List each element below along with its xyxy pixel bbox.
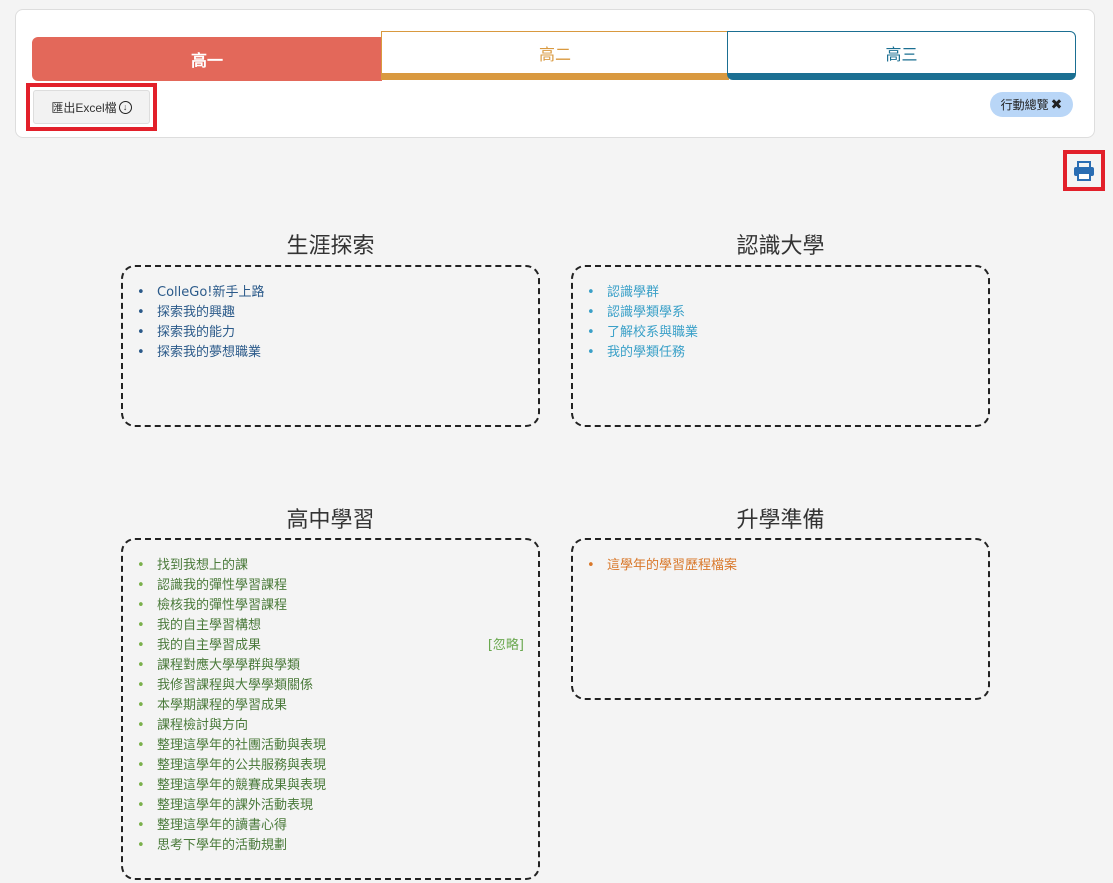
career-box: ColleGo!新手上路 探索我的興趣 探索我的能力 探索我的夢想職業: [121, 265, 540, 427]
tab-grade-1[interactable]: 高一: [32, 37, 382, 81]
section-title-university: 認識大學: [736, 234, 825, 259]
close-icon[interactable]: ✖: [1051, 97, 1063, 113]
career-list: ColleGo!新手上路 探索我的興趣 探索我的能力 探索我的夢想職業: [137, 283, 524, 363]
list-item[interactable]: 整理這學年的讀書心得: [137, 816, 524, 836]
export-highlight: 匯出Excel檔 ↓: [26, 83, 157, 131]
download-icon: ↓: [118, 100, 132, 114]
list-item[interactable]: 我的自主學習成果 [忽略]: [137, 636, 524, 656]
section-title-admission: 升學準備: [736, 508, 825, 533]
list-item-label: 我的自主學習成果: [157, 638, 262, 653]
list-item[interactable]: 認識我的彈性學習課程: [137, 576, 524, 596]
admission-box: 這學年的學習歷程檔案: [571, 538, 990, 700]
list-item[interactable]: 整理這學年的公共服務與表現: [137, 756, 524, 776]
list-item[interactable]: 我的學類任務: [587, 343, 974, 363]
list-item[interactable]: 認識學群: [587, 283, 974, 303]
list-item[interactable]: 認識學類學系: [587, 303, 974, 323]
export-excel-button[interactable]: 匯出Excel檔 ↓: [33, 90, 150, 124]
section-title-highschool: 高中學習: [286, 508, 375, 533]
list-item[interactable]: 整理這學年的課外活動表現: [137, 796, 524, 816]
tab-grade-3[interactable]: 高三: [727, 31, 1076, 80]
university-box: 認識學群 認識學類學系 了解校系與職業 我的學類任務: [571, 265, 990, 427]
list-item[interactable]: 課程檢討與方向: [137, 716, 524, 736]
tab-grade-2[interactable]: 高二: [381, 31, 729, 80]
highschool-box: 找到我想上的課 認識我的彈性學習課程 檢核我的彈性學習課程 我的自主學習構想 我…: [121, 538, 540, 880]
print-button[interactable]: [1063, 150, 1105, 191]
action-overview-badge[interactable]: 行動總覽 ✖: [990, 92, 1073, 117]
list-item[interactable]: 整理這學年的競賽成果與表現: [137, 776, 524, 796]
list-item[interactable]: 探索我的夢想職業: [137, 343, 524, 363]
list-item[interactable]: 探索我的能力: [137, 323, 524, 343]
action-overview-label: 行動總覽: [1000, 98, 1049, 112]
ignore-link[interactable]: [忽略]: [488, 636, 524, 656]
highschool-list: 找到我想上的課 認識我的彈性學習課程 檢核我的彈性學習課程 我的自主學習構想 我…: [137, 556, 524, 856]
export-excel-label: 匯出Excel檔: [51, 100, 117, 115]
list-item[interactable]: 探索我的興趣: [137, 303, 524, 323]
list-item[interactable]: ColleGo!新手上路: [137, 283, 524, 303]
list-item[interactable]: 課程對應大學學群與學類: [137, 656, 524, 676]
list-item[interactable]: 這學年的學習歷程檔案: [587, 556, 974, 576]
section-title-career: 生涯探索: [286, 234, 375, 259]
list-item[interactable]: 整理這學年的社團活動與表現: [137, 736, 524, 756]
university-list: 認識學群 認識學類學系 了解校系與職業 我的學類任務: [587, 283, 974, 363]
list-item[interactable]: 檢核我的彈性學習課程: [137, 596, 524, 616]
grade-tab-card: 高一 高二 高三 匯出Excel檔 ↓ 行動總覽 ✖: [15, 9, 1095, 138]
list-item[interactable]: 我修習課程與大學學類關係: [137, 676, 524, 696]
list-item[interactable]: 找到我想上的課: [137, 556, 524, 576]
list-item[interactable]: 了解校系與職業: [587, 323, 974, 343]
list-item[interactable]: 本學期課程的學習成果: [137, 696, 524, 716]
admission-list: 這學年的學習歷程檔案: [587, 556, 974, 576]
list-item[interactable]: 我的自主學習構想: [137, 616, 524, 636]
list-item[interactable]: 思考下學年的活動規劃: [137, 836, 524, 856]
print-icon: [1074, 160, 1094, 181]
